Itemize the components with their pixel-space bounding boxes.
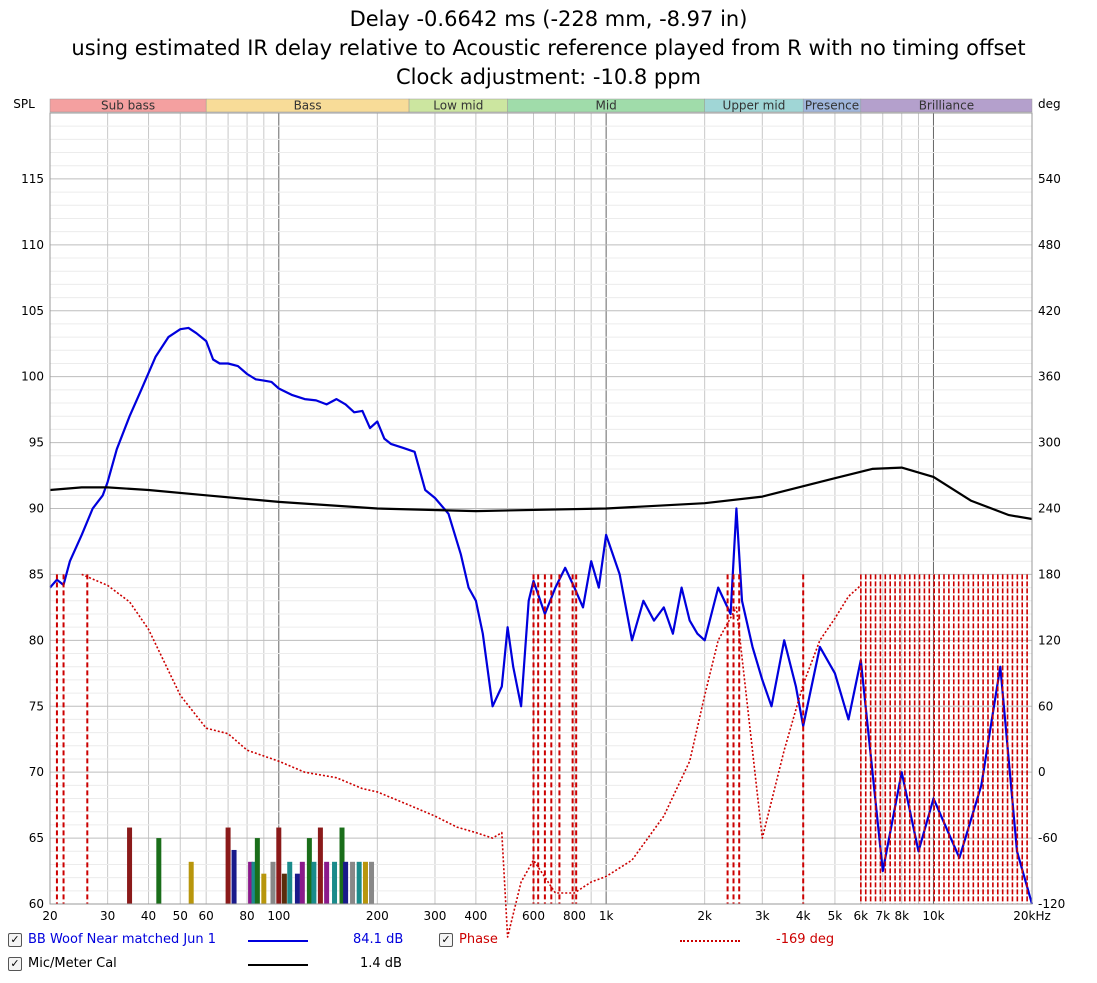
y-right-tick: 180 (1038, 567, 1061, 581)
harmonic-bar (281, 873, 287, 904)
harmonic-bar (287, 861, 293, 904)
y-right-tick: 300 (1038, 436, 1061, 450)
bb-woof-legend-label: BB Woof Near matched Jun 1 (28, 932, 217, 947)
x-tick: 300 (424, 909, 447, 923)
harmonic-bar (369, 861, 375, 904)
phase-checkbox[interactable]: ✓ (439, 932, 453, 947)
x-tick: 600 (522, 909, 545, 923)
x-tick: 20 (42, 909, 57, 923)
series-mic-meter-cal (49, 466, 1033, 521)
y-left-tick: 100 (21, 370, 44, 384)
harmonic-bar (294, 873, 300, 904)
harmonic-bar (350, 861, 356, 904)
phase-line-swatch (680, 940, 740, 942)
harmonic-bar (332, 861, 338, 904)
harmonic-bar (270, 861, 276, 904)
harmonic-bar (317, 827, 323, 904)
mic-cal-legend-label: Mic/Meter Cal (28, 956, 117, 971)
y-left-tick: 85 (29, 567, 44, 581)
harmonic-bar (127, 827, 133, 904)
y-left-tick: 80 (29, 633, 44, 647)
harmonic-bar (306, 838, 312, 904)
x-tick: 400 (464, 909, 487, 923)
y-left-tick: 115 (21, 172, 44, 186)
x-tick: 3k (755, 909, 770, 923)
band-label: Low mid (433, 99, 483, 113)
x-tick: 80 (239, 909, 254, 923)
x-tick: 6k (854, 909, 869, 923)
mic-cal-checkbox[interactable]: ✓ (8, 956, 22, 971)
legend-entry-phase[interactable]: ✓ Phase (439, 932, 498, 947)
harmonic-bar (356, 861, 362, 904)
phase-value: -169 deg (776, 932, 835, 947)
band-label: Bass (294, 99, 322, 113)
y-right-tick: 0 (1038, 765, 1046, 779)
legend-entry-bb-woof[interactable]: ✓ BB Woof Near matched Jun 1 (8, 932, 216, 947)
harmonic-bar (343, 861, 349, 904)
y-right-tick: 540 (1038, 172, 1061, 186)
x-tick: 50 (173, 909, 188, 923)
y-left-tick: 75 (29, 699, 44, 713)
x-tick: 800 (563, 909, 586, 923)
y-right-axis-label: deg (1038, 97, 1061, 111)
mic-cal-value: 1.4 dB (360, 956, 402, 971)
x-tick: 7k (875, 909, 890, 923)
harmonic-bar (188, 861, 194, 904)
mic-cal-line-swatch (248, 964, 308, 966)
x-tick: 200 (366, 909, 389, 923)
y-right-tick: 240 (1038, 502, 1061, 516)
bb-woof-line-swatch (248, 940, 308, 942)
harmonic-bar (276, 827, 282, 904)
series-bb-woof-near-matched-jun-1 (49, 326, 1034, 905)
x-tick: 100 (267, 909, 290, 923)
y-right-tick: 360 (1038, 370, 1061, 384)
band-label: Sub bass (101, 99, 155, 113)
y-right-tick: 120 (1038, 633, 1061, 647)
harmonic-bar (311, 861, 317, 904)
band-label: Presence (805, 99, 859, 113)
x-tick: 10k (922, 909, 944, 923)
band-label: Mid (595, 99, 616, 113)
x-tick: 4k (796, 909, 811, 923)
bb-woof-checkbox[interactable]: ✓ (8, 932, 22, 947)
x-tick: 30 (100, 909, 115, 923)
bb-woof-value: 84.1 dB (353, 932, 404, 947)
harmonic-bar (254, 838, 260, 904)
frequency-response-chart: Sub bass Bass Low mid Mid Upper mid Presence B… (13, 97, 1065, 938)
y-left-tick: 90 (29, 502, 44, 516)
y-left-tick: 70 (29, 765, 44, 779)
harmonic-bar (225, 827, 231, 904)
x-tick: 2k (697, 909, 712, 923)
x-tick: 20kHz (1013, 909, 1051, 923)
legend-entry-mic-cal[interactable]: ✓ Mic/Meter Cal (8, 956, 117, 971)
y-left-tick: 110 (21, 238, 44, 252)
series-phase (81, 573, 862, 938)
x-tick: 8k (894, 909, 909, 923)
harmonic-bar (261, 873, 267, 904)
x-tick: 40 (141, 909, 156, 923)
x-tick: 1k (599, 909, 614, 923)
y-left-axis-label: SPL (13, 97, 35, 111)
y-right-tick: 60 (1038, 699, 1053, 713)
harmonic-bar (362, 861, 368, 904)
x-tick: 60 (199, 909, 214, 923)
band-label: Brilliance (919, 99, 974, 113)
y-right-tick: 480 (1038, 238, 1061, 252)
harmonic-bar (231, 849, 237, 904)
harmonic-bar (324, 861, 330, 904)
x-tick: 5k (828, 909, 843, 923)
phase-legend-label: Phase (459, 932, 498, 947)
harmonic-bar (156, 838, 162, 904)
y-left-tick: 105 (21, 304, 44, 318)
y-right-tick: -60 (1038, 831, 1058, 845)
band-label: Upper mid (723, 99, 786, 113)
harmonic-bar (299, 861, 305, 904)
y-right-tick: 420 (1038, 304, 1061, 318)
y-left-tick: 65 (29, 831, 44, 845)
y-left-tick: 95 (29, 436, 44, 450)
